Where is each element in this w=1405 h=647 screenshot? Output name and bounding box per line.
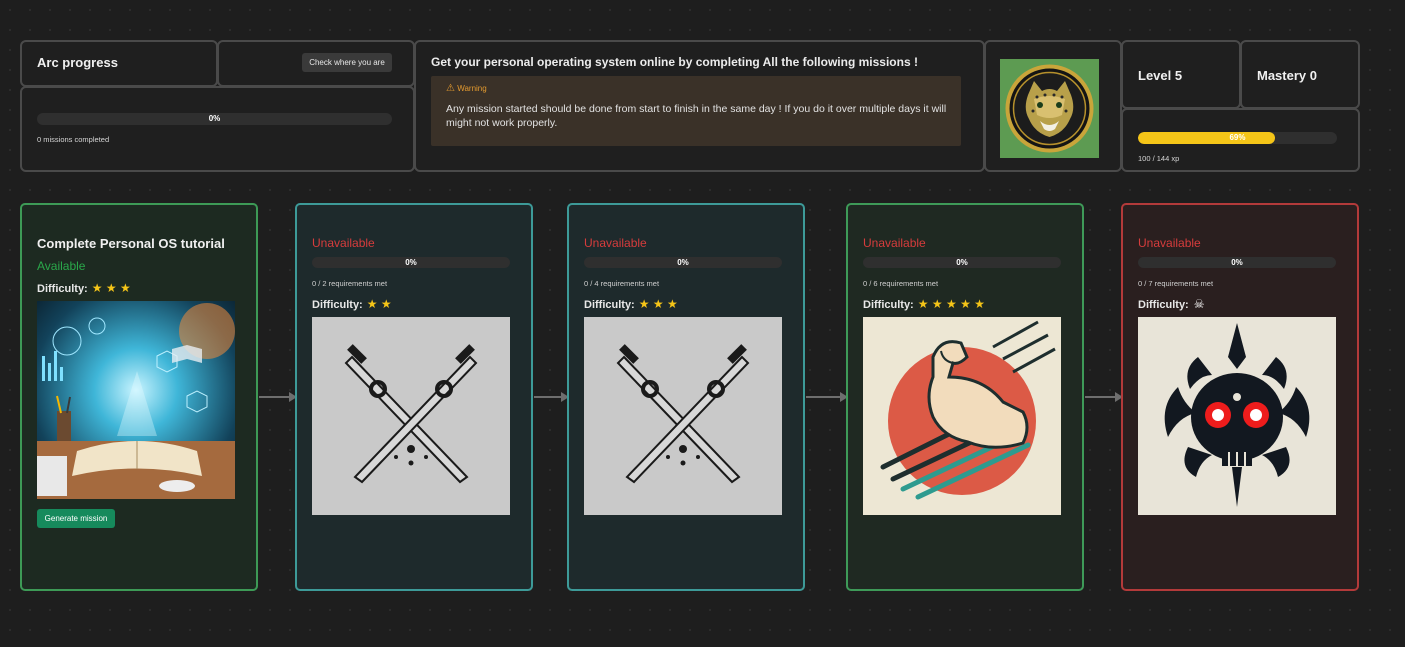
difficulty: Difficulty: ☠	[1138, 297, 1205, 311]
mission-card-2[interactable]: Unavailable 0% 0 / 2 requirements met Di…	[295, 203, 533, 591]
skull-emblem-icon	[1138, 317, 1336, 515]
difficulty-label: Difficulty:	[37, 283, 88, 295]
mastery-text: Mastery 0	[1257, 68, 1317, 83]
requirements-text: 0 / 7 requirements met	[1138, 279, 1214, 288]
difficulty: Difficulty: ★ ★ ★	[37, 281, 131, 295]
missions-completed-text: 0 missions completed	[37, 135, 110, 144]
intro-heading: Get your personal operating system onlin…	[431, 55, 918, 69]
crossed-swords-icon	[312, 317, 510, 515]
level-text: Level 5	[1138, 68, 1183, 83]
mission-image	[37, 301, 235, 499]
warning-icon: ⚠	[446, 83, 455, 94]
difficulty-stars: ★ ★ ★ ★ ★	[917, 297, 985, 311]
mission-card-4[interactable]: Unavailable 0% 0 / 6 requirements met Di…	[846, 203, 1084, 591]
mission-card-1[interactable]: Complete Personal OS tutorial Available …	[20, 203, 258, 591]
mission-image	[312, 317, 510, 515]
mission-card-5[interactable]: Unavailable 0% 0 / 7 requirements met Di…	[1121, 203, 1359, 591]
mission-progress-bar: 0%	[584, 257, 782, 268]
arc-progress-panel: 0% 0 missions completed	[20, 86, 415, 172]
warning-text: Any mission started should be done from …	[446, 103, 947, 129]
check-where-you-are-button[interactable]: Check where you are	[302, 53, 392, 72]
jaguar-emblem-icon	[1005, 64, 1094, 153]
xp-progress-bar: 69%	[1138, 132, 1337, 144]
mission-progress-label: 0%	[677, 258, 689, 267]
mission-connector-arrow	[1085, 392, 1123, 402]
warning-title: Warning	[457, 84, 487, 93]
crossed-swords-icon	[584, 317, 782, 515]
mission-status: Unavailable	[1138, 236, 1201, 250]
intro-panel: Get your personal operating system onlin…	[414, 40, 985, 172]
arc-progress-label: 0%	[208, 114, 221, 123]
xp-progress-label: 69%	[1229, 133, 1246, 142]
generate-mission-button[interactable]: Generate mission	[37, 509, 115, 528]
mission-progress-label: 0%	[956, 258, 968, 267]
mission-status: Unavailable	[584, 236, 647, 250]
mastery-panel: Mastery 0	[1240, 40, 1360, 109]
avatar[interactable]	[1000, 59, 1099, 158]
arc-title: Arc progress	[37, 55, 118, 70]
mission-card-3[interactable]: Unavailable 0% 0 / 4 requirements met Di…	[567, 203, 805, 591]
mission-connector-arrow	[534, 392, 569, 402]
difficulty-label: Difficulty:	[1138, 299, 1189, 311]
mission-progress-bar: 0%	[1138, 257, 1336, 268]
difficulty-label: Difficulty:	[312, 299, 363, 311]
arc-progress-bar: 0%	[37, 113, 392, 125]
skull-difficulty-icon: ☠	[1193, 297, 1205, 311]
flexed-arm-icon	[863, 317, 1061, 515]
arc-title-panel: Arc progress	[20, 40, 218, 87]
xp-text: 100 / 144 xp	[1138, 154, 1180, 163]
difficulty-stars: ★ ★ ★	[638, 297, 678, 311]
mission-connector-arrow	[806, 392, 848, 402]
mission-image	[584, 317, 782, 515]
difficulty-label: Difficulty:	[863, 299, 914, 311]
requirements-text: 0 / 2 requirements met	[312, 279, 388, 288]
mission-progress-label: 0%	[405, 258, 417, 267]
difficulty-label: Difficulty:	[584, 299, 635, 311]
difficulty: Difficulty: ★ ★ ★ ★ ★	[863, 297, 985, 311]
mission-image	[1138, 317, 1336, 515]
warning-header: ⚠ Warning	[446, 83, 487, 94]
arc-check-panel: Check where you are	[217, 40, 415, 87]
difficulty-stars: ★ ★	[366, 297, 392, 311]
avatar-panel	[984, 40, 1122, 172]
xp-panel: 69% 100 / 144 xp	[1121, 108, 1360, 172]
open-book-tech-illustration	[37, 301, 235, 499]
mission-status: Available	[37, 259, 86, 273]
warning-box: ⚠ Warning Any mission started should be …	[431, 76, 961, 146]
mission-connector-arrow	[259, 392, 297, 402]
difficulty: Difficulty: ★ ★	[312, 297, 392, 311]
difficulty: Difficulty: ★ ★ ★	[584, 297, 678, 311]
mission-title: Complete Personal OS tutorial	[37, 236, 225, 251]
level-panel: Level 5	[1121, 40, 1241, 109]
mission-progress-label: 0%	[1231, 258, 1243, 267]
mission-progress-bar: 0%	[863, 257, 1061, 268]
mission-progress-bar: 0%	[312, 257, 510, 268]
mission-status: Unavailable	[312, 236, 375, 250]
mission-status: Unavailable	[863, 236, 926, 250]
requirements-text: 0 / 4 requirements met	[584, 279, 660, 288]
requirements-text: 0 / 6 requirements met	[863, 279, 939, 288]
mission-image	[863, 317, 1061, 515]
difficulty-stars: ★ ★ ★	[91, 281, 131, 295]
